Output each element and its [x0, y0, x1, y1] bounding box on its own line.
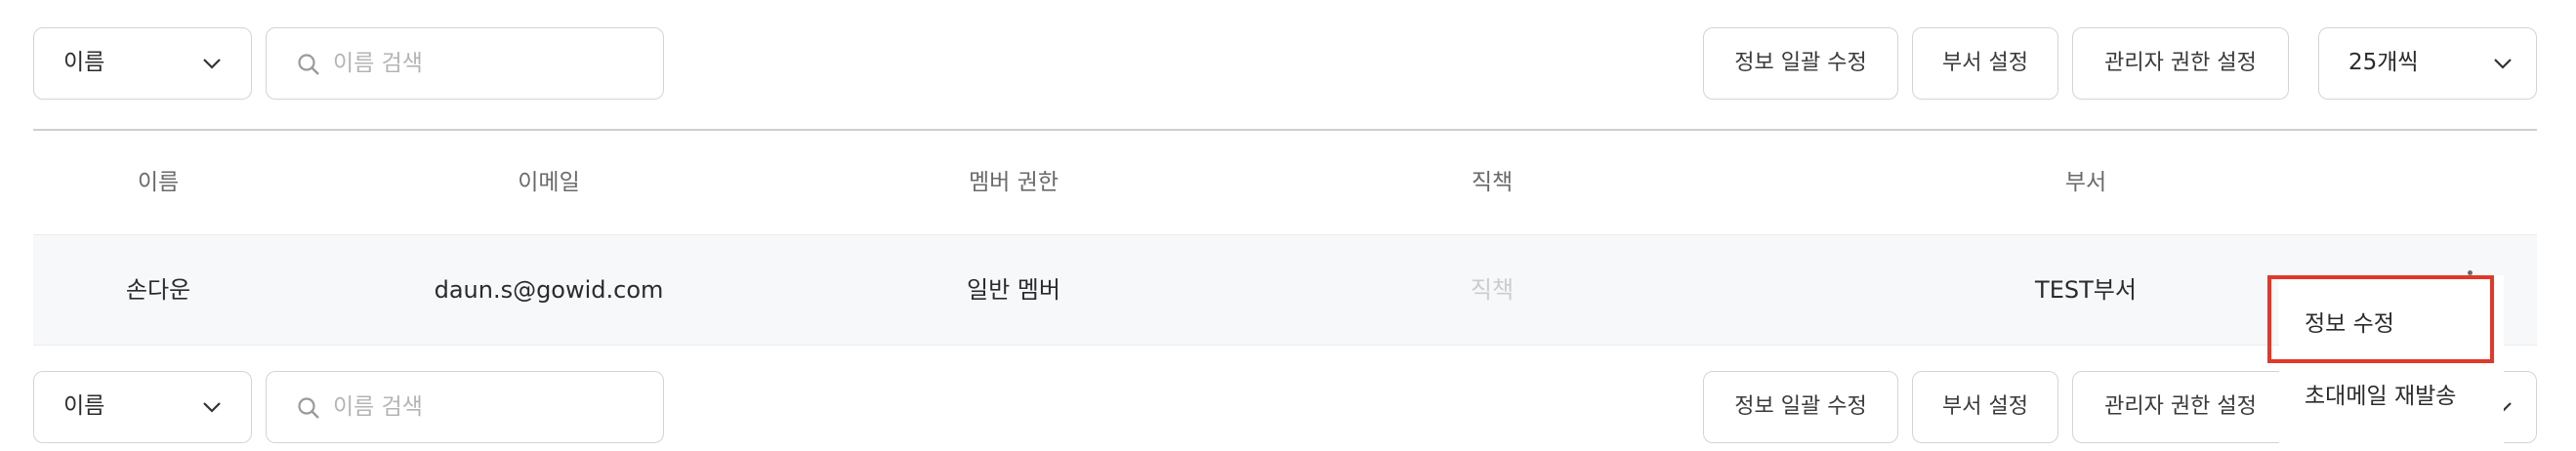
- bulk-edit-button[interactable]: 정보 일괄 수정: [1703, 371, 1898, 443]
- filter-select-value: 이름: [63, 393, 105, 419]
- menu-item-edit-info[interactable]: 정보 수정: [2305, 305, 2394, 338]
- search-icon: [296, 395, 321, 421]
- search-input[interactable]: [333, 28, 645, 98]
- page-size-value: 25개씩: [2348, 50, 2419, 75]
- filter-select[interactable]: 이름: [33, 27, 252, 100]
- cell-member-role: 일반 멤버: [967, 276, 1060, 304]
- table-row[interactable]: 손다운 daun.s@gowid.com 일반 멤버 직책 TEST부서: [33, 234, 2537, 346]
- header-email: 이메일: [518, 170, 580, 195]
- search-icon: [296, 52, 321, 77]
- table-header: 이름 이메일 멤버 권한 직책 부서: [33, 131, 2537, 234]
- menu-item-resend-invite[interactable]: 초대메일 재발송: [2305, 377, 2456, 410]
- search-box: [266, 27, 664, 100]
- department-setting-button[interactable]: 부서 설정: [1912, 27, 2058, 100]
- cell-name: 손다운: [125, 276, 191, 304]
- header-name: 이름: [137, 170, 180, 195]
- bulk-edit-button[interactable]: 정보 일괄 수정: [1703, 27, 1898, 100]
- department-setting-button[interactable]: 부서 설정: [1912, 371, 2058, 443]
- cell-department: TEST부서: [2035, 276, 2137, 304]
- header-position: 직책: [1471, 170, 1514, 195]
- header-member-role: 멤버 권한: [969, 170, 1059, 195]
- filter-select-value: 이름: [63, 50, 105, 75]
- search-input[interactable]: [333, 372, 645, 441]
- admin-permission-button[interactable]: 관리자 권한 설정: [2072, 371, 2289, 443]
- page-size-select[interactable]: 25개씩: [2318, 27, 2537, 100]
- cell-email: daun.s@gowid.com: [434, 276, 664, 304]
- cell-position: 직책: [1470, 276, 1515, 304]
- header-department: 부서: [2064, 170, 2107, 195]
- filter-select[interactable]: 이름: [33, 371, 252, 443]
- bottom-toolbar: 이름 정보 일괄 수정 부서 설정 관리자 권한 설정: [0, 371, 2576, 447]
- search-box: [266, 371, 664, 443]
- admin-permission-button[interactable]: 관리자 권한 설정: [2072, 27, 2289, 100]
- top-toolbar: 이름 정보 일괄 수정 부서 설정 관리자 권한 설정 25개씩: [0, 27, 2576, 103]
- chevron-down-icon: [202, 400, 221, 414]
- chevron-down-icon: [2493, 57, 2512, 70]
- chevron-down-icon: [202, 57, 221, 70]
- row-context-menu: 정보 수정 초대메일 재발송: [2279, 275, 2504, 451]
